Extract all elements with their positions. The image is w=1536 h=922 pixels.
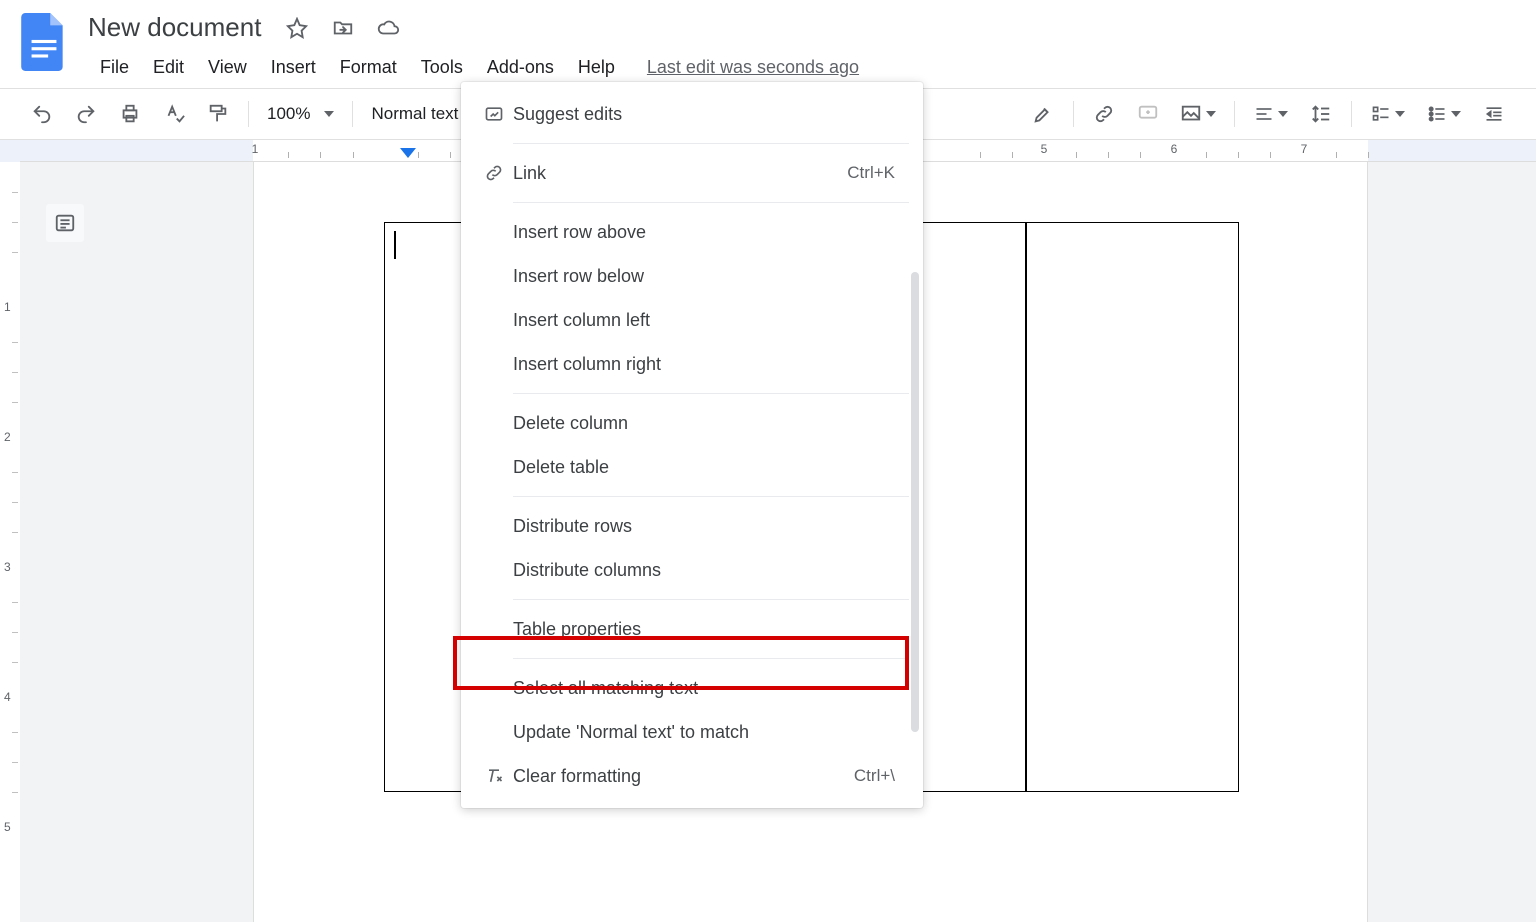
cloud-status-icon[interactable] <box>377 16 401 40</box>
toolbar-separator <box>352 101 353 127</box>
ruler-number: 7 <box>1301 142 1308 156</box>
print-button[interactable] <box>112 96 148 132</box>
chevron-down-icon <box>1395 111 1405 117</box>
menu-tools[interactable]: Tools <box>409 53 475 82</box>
vertical-ruler[interactable]: 1 2 3 4 5 <box>0 162 20 922</box>
menubar: File Edit View Insert Format Tools Add-o… <box>88 53 1526 82</box>
ctx-divider <box>513 393 909 394</box>
ctx-delete-table[interactable]: Delete table <box>461 445 923 489</box>
align-button[interactable] <box>1247 96 1295 132</box>
vruler-number: 5 <box>4 820 11 834</box>
menu-edit[interactable]: Edit <box>141 53 196 82</box>
toolbar-separator <box>1234 101 1235 127</box>
zoom-select[interactable]: 100% <box>257 104 344 124</box>
paragraph-style-select[interactable]: Normal text <box>361 104 468 124</box>
insert-image-button[interactable] <box>1174 96 1222 132</box>
menu-format[interactable]: Format <box>328 53 409 82</box>
redo-button[interactable] <box>68 96 104 132</box>
ruler-number: 6 <box>1171 142 1178 156</box>
menu-help[interactable]: Help <box>566 53 627 82</box>
move-icon[interactable] <box>331 16 355 40</box>
ctx-label: Delete table <box>513 457 895 478</box>
text-caret <box>394 231 396 259</box>
menu-insert[interactable]: Insert <box>259 53 328 82</box>
document-title[interactable]: New document <box>88 10 261 45</box>
ctx-label: Clear formatting <box>513 766 854 787</box>
ctx-label: Insert column left <box>513 310 895 331</box>
suggest-edits-icon <box>475 104 513 124</box>
ctx-label: Update 'Normal text' to match <box>513 722 895 743</box>
ctx-insert-col-left[interactable]: Insert column left <box>461 298 923 342</box>
zoom-value: 100% <box>267 104 310 124</box>
ctx-label: Table properties <box>513 619 895 640</box>
indent-marker[interactable] <box>400 148 416 158</box>
ctx-divider <box>513 658 909 659</box>
ctx-label: Insert row below <box>513 266 895 287</box>
ctx-suggest-edits[interactable]: Suggest edits <box>461 92 923 136</box>
document-outline-button[interactable] <box>46 204 84 242</box>
undo-button[interactable] <box>24 96 60 132</box>
menu-addons[interactable]: Add-ons <box>475 53 566 82</box>
vruler-number: 3 <box>4 560 11 574</box>
ctx-insert-col-right[interactable]: Insert column right <box>461 342 923 386</box>
ctx-delete-column[interactable]: Delete column <box>461 401 923 445</box>
menu-file[interactable]: File <box>88 53 141 82</box>
ruler-number: 5 <box>1041 142 1048 156</box>
ctx-shortcut: Ctrl+\ <box>854 766 895 786</box>
ctx-divider <box>513 496 909 497</box>
ctx-label: Delete column <box>513 413 895 434</box>
spellcheck-button[interactable] <box>156 96 192 132</box>
toolbar-separator <box>1073 101 1074 127</box>
vruler-number: 4 <box>4 690 11 704</box>
last-edit-link[interactable]: Last edit was seconds ago <box>647 57 859 78</box>
ctx-table-properties[interactable]: Table properties <box>461 607 923 651</box>
ctx-distribute-rows[interactable]: Distribute rows <box>461 504 923 548</box>
ctx-label: Insert column right <box>513 354 895 375</box>
chevron-down-icon <box>1451 111 1461 117</box>
ctx-divider <box>513 202 909 203</box>
toolbar-separator <box>248 101 249 127</box>
ctx-label: Distribute columns <box>513 560 895 581</box>
ctx-insert-row-above[interactable]: Insert row above <box>461 210 923 254</box>
ctx-link[interactable]: Link Ctrl+K <box>461 151 923 195</box>
ctx-insert-row-below[interactable]: Insert row below <box>461 254 923 298</box>
add-comment-button[interactable] <box>1130 96 1166 132</box>
line-spacing-button[interactable] <box>1303 96 1339 132</box>
ctx-label: Distribute rows <box>513 516 895 537</box>
ctx-update-normal[interactable]: Update 'Normal text' to match <box>461 710 923 754</box>
ctx-distribute-columns[interactable]: Distribute columns <box>461 548 923 592</box>
chevron-down-icon <box>324 111 334 117</box>
ruler-number: 1 <box>252 142 259 156</box>
ctx-label: Suggest edits <box>513 104 895 125</box>
context-menu: Suggest edits Link Ctrl+K Insert row abo… <box>461 82 923 808</box>
checklist-button[interactable] <box>1364 96 1412 132</box>
link-icon <box>475 163 513 183</box>
ctx-divider <box>513 143 909 144</box>
chevron-down-icon <box>1206 111 1216 117</box>
highlight-color-button[interactable] <box>1025 96 1061 132</box>
paint-format-button[interactable] <box>200 96 236 132</box>
menu-view[interactable]: View <box>196 53 259 82</box>
decrease-indent-button[interactable] <box>1476 96 1512 132</box>
ctx-divider <box>513 599 909 600</box>
star-icon[interactable] <box>285 16 309 40</box>
table-column-divider[interactable] <box>1025 223 1027 791</box>
app-header: New document File Edit View Insert Forma… <box>0 0 1536 88</box>
paragraph-style-value: Normal text <box>371 104 458 123</box>
chevron-down-icon <box>1278 111 1288 117</box>
ctx-select-matching[interactable]: Select all matching text <box>461 666 923 710</box>
toolbar-separator <box>1351 101 1352 127</box>
vruler-number: 2 <box>4 430 11 444</box>
insert-link-button[interactable] <box>1086 96 1122 132</box>
context-menu-scrollbar[interactable] <box>911 272 919 732</box>
clear-formatting-icon <box>475 766 513 786</box>
ctx-shortcut: Ctrl+K <box>847 163 895 183</box>
ctx-label: Link <box>513 163 847 184</box>
docs-logo[interactable] <box>18 10 70 74</box>
ctx-label: Select all matching text <box>513 678 895 699</box>
bulleted-list-button[interactable] <box>1420 96 1468 132</box>
ctx-clear-formatting[interactable]: Clear formatting Ctrl+\ <box>461 754 923 798</box>
ctx-label: Insert row above <box>513 222 895 243</box>
vruler-number: 1 <box>4 300 11 314</box>
